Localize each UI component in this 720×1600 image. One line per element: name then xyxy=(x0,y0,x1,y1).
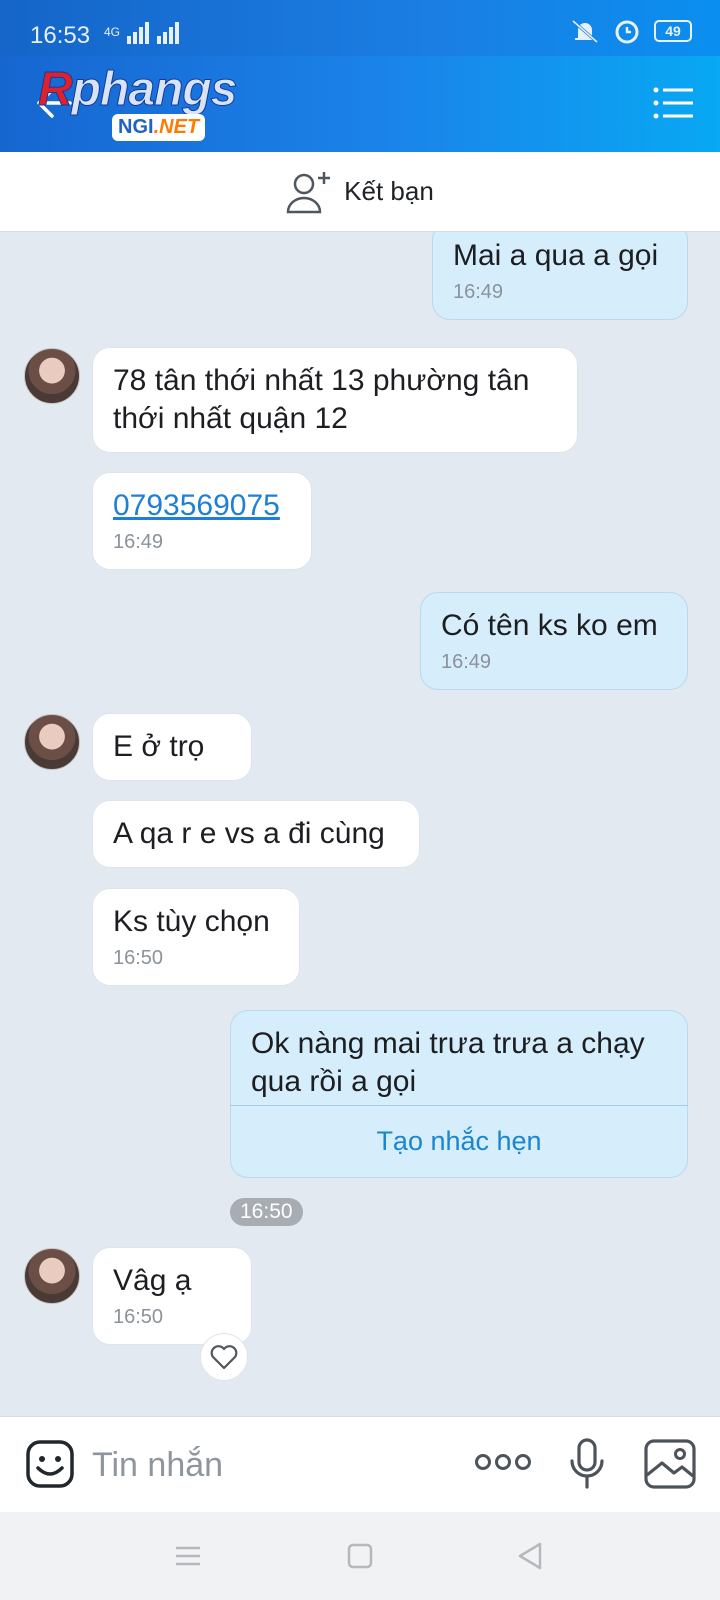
phone-number-link[interactable]: 0793569075 xyxy=(113,489,280,522)
message-text: Ks tùy chọn xyxy=(113,905,270,938)
message-bubble-incoming[interactable]: A qa r e vs a đi cùng xyxy=(92,800,420,868)
message-text: 78 tân thới nhất 13 phường tân thới nhất… xyxy=(113,364,530,435)
heart-icon xyxy=(210,1345,238,1370)
message-bubble-incoming[interactable]: Ks tùy chọn 16:50 xyxy=(92,888,300,986)
mute-icon xyxy=(572,19,598,44)
avatar[interactable] xyxy=(24,1248,80,1304)
back-triangle-icon[interactable] xyxy=(514,1540,546,1572)
message-list: Mai a qua a gọi 16:49 78 tân thới nhất 1… xyxy=(0,232,720,1416)
add-friend-button[interactable]: Kết bạn xyxy=(0,152,720,232)
message-bubble-incoming[interactable]: Vâg ạ 16:50 xyxy=(92,1247,252,1345)
message-time-pill: 16:50 xyxy=(230,1198,303,1226)
message-time: 16:49 xyxy=(441,651,492,673)
message-text: Có tên ks ko em xyxy=(441,609,658,642)
avatar[interactable] xyxy=(24,348,80,404)
message-time: 16:49 xyxy=(453,281,504,303)
menu-icon[interactable] xyxy=(652,86,694,120)
emoji-sticker-icon[interactable] xyxy=(26,1440,74,1488)
message-bubble-outgoing[interactable]: Có tên ks ko em 16:49 xyxy=(420,592,688,690)
more-options-icon[interactable] xyxy=(474,1447,532,1477)
add-friend-label: Kết bạn xyxy=(344,176,434,206)
message-text: Ok nàng mai trưa trưa a chạy qua rồi a g… xyxy=(251,1027,645,1098)
chat-header: Rphangs NGI.NET xyxy=(0,56,720,152)
message-time: 16:49 xyxy=(113,531,164,553)
message-text: A qa r e vs a đi cùng xyxy=(113,817,385,850)
message-text: E ở trọ xyxy=(113,730,205,763)
message-time: 16:50 xyxy=(113,947,164,969)
message-time: 16:50 xyxy=(113,1306,164,1328)
message-bubble-incoming[interactable]: 78 tân thới nhất 13 phường tân thới nhất… xyxy=(92,347,578,453)
avatar[interactable] xyxy=(24,714,80,770)
image-picker-icon[interactable] xyxy=(644,1439,696,1489)
microphone-icon[interactable] xyxy=(568,1437,606,1491)
logo-text: Rphangs xyxy=(38,63,238,117)
message-input-bar xyxy=(0,1416,720,1512)
recents-menu-icon[interactable] xyxy=(172,1540,204,1572)
alarm-icon xyxy=(615,20,639,44)
add-friend-icon xyxy=(286,171,331,213)
network-type: 4G xyxy=(104,22,183,44)
status-icons: 49 xyxy=(570,18,692,44)
message-text: Vâg ạ xyxy=(113,1264,192,1297)
react-heart-button[interactable] xyxy=(200,1333,248,1381)
message-bubble-incoming[interactable]: 0793569075 16:49 xyxy=(92,472,312,570)
status-time: 16:53 xyxy=(30,22,91,49)
status-bar: 16:53 4G 49 xyxy=(0,0,720,56)
battery-indicator: 49 xyxy=(654,20,692,42)
message-text: Mai a qua a gọi xyxy=(453,239,659,272)
logo-subtext: NGI.NET xyxy=(112,114,206,141)
message-input[interactable] xyxy=(92,1437,432,1493)
message-bubble-outgoing[interactable]: Mai a qua a gọi 16:49 xyxy=(432,232,688,320)
home-square-icon[interactable] xyxy=(344,1540,376,1572)
message-bubble-incoming[interactable]: E ở trọ xyxy=(92,713,252,781)
watermark-logo: Rphangs NGI.NET xyxy=(38,62,238,141)
create-reminder-button[interactable]: Tạo nhắc hẹn xyxy=(230,1105,688,1177)
system-nav-bar xyxy=(0,1512,720,1600)
signal-icon xyxy=(127,22,180,44)
